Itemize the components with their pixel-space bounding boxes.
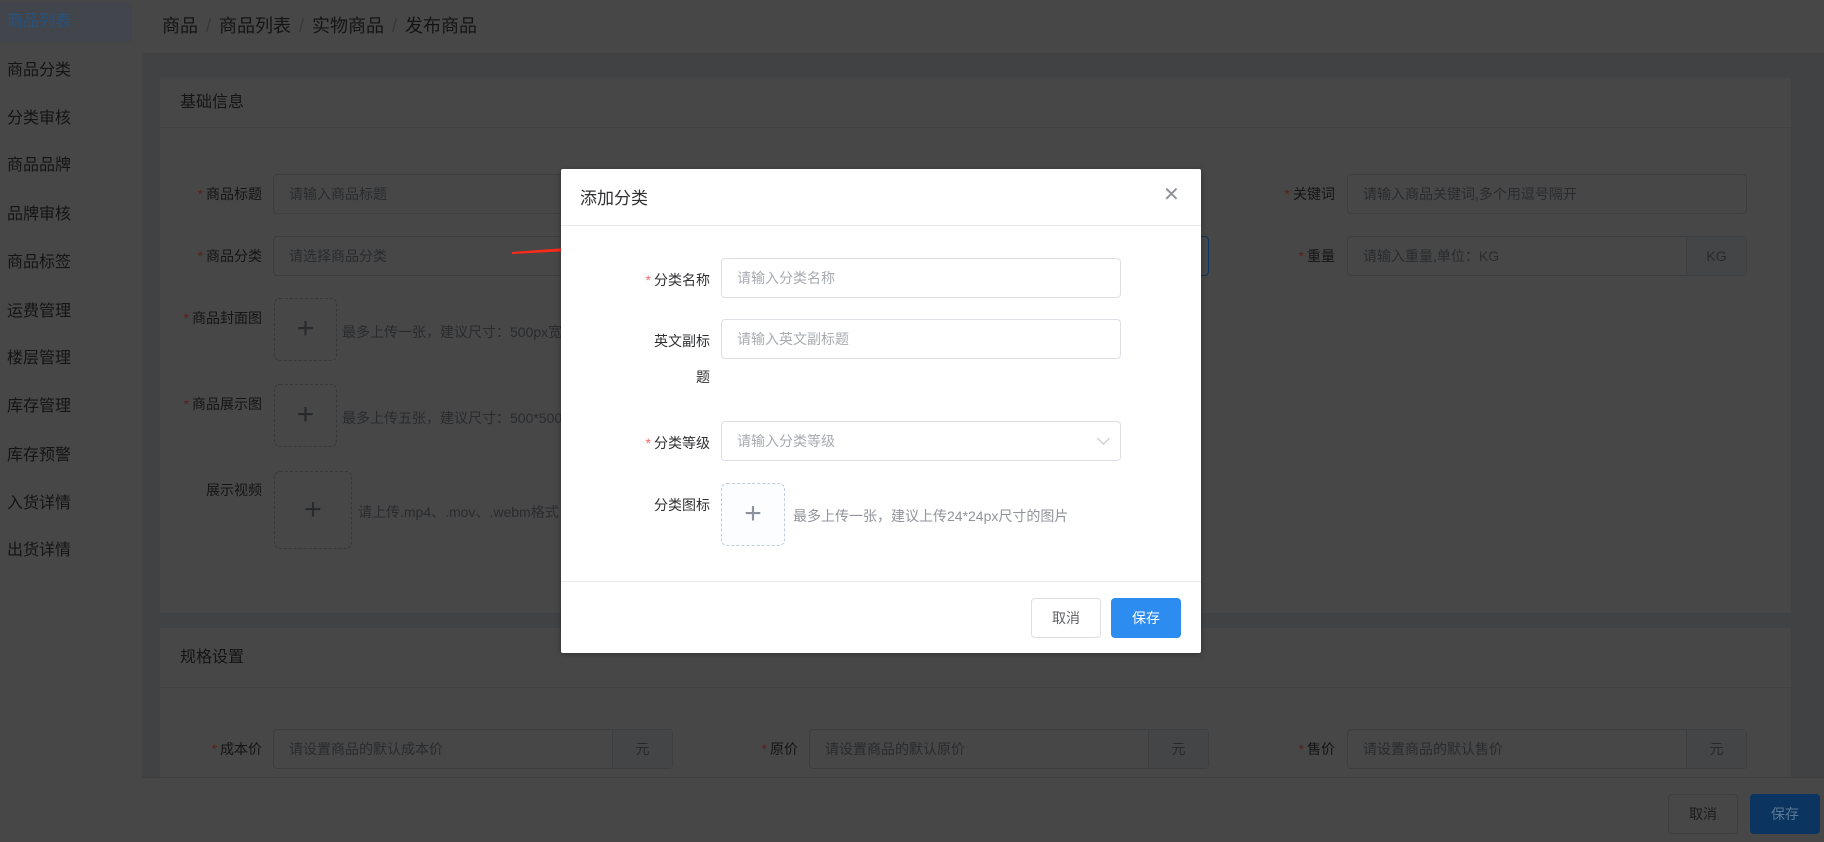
- sidebar-item-category-review[interactable]: 分类审核: [0, 99, 132, 139]
- dialog-save-button[interactable]: 保存: [1111, 598, 1181, 638]
- category-level-select[interactable]: 请输入分类等级: [721, 421, 1121, 461]
- sidebar-item-inbound[interactable]: 入货详情: [0, 484, 132, 524]
- video-upload[interactable]: +: [274, 471, 352, 549]
- category-icon-upload[interactable]: +: [721, 483, 785, 546]
- category-icon-hint: 最多上传一张，建议上传24*24px尺寸的图片: [793, 508, 1069, 524]
- breadcrumb-item[interactable]: 实物商品: [312, 16, 384, 36]
- weight-suffix: KG: [1686, 237, 1746, 275]
- keywords-input[interactable]: 请输入商品关键词,多个用逗号隔开: [1347, 174, 1747, 214]
- sidebar-item-floor[interactable]: 楼层管理: [0, 339, 132, 379]
- close-icon[interactable]: ✕: [1163, 185, 1180, 205]
- product-title-label: * 商品标题: [197, 186, 262, 202]
- page-footer: 取消 保存: [142, 777, 1824, 842]
- category-name-label: * 分类名称: [645, 272, 710, 288]
- card-title: 基础信息: [160, 78, 1791, 128]
- plus-icon: +: [304, 493, 322, 526]
- sidebar-item-inventory[interactable]: 库存管理: [0, 387, 132, 427]
- sidebar-item-brand-review[interactable]: 品牌审核: [0, 195, 132, 235]
- gallery-hint: 最多上传五张，建议尺寸：500*500: [342, 410, 563, 426]
- dialog-cancel-button[interactable]: 取消: [1031, 598, 1101, 638]
- sidebar-item-brand[interactable]: 商品品牌: [0, 146, 132, 186]
- category-name-input[interactable]: 请输入分类名称: [721, 258, 1121, 298]
- gallery-upload[interactable]: +: [274, 384, 337, 447]
- category-level-label: * 分类等级: [645, 435, 710, 451]
- cover-upload[interactable]: +: [274, 298, 337, 361]
- breadcrumb-item[interactable]: 商品列表: [219, 16, 291, 36]
- sale-label: * 售价: [1298, 741, 1335, 757]
- sidebar-item-shipping[interactable]: 运费管理: [0, 292, 132, 332]
- original-input[interactable]: 请设置商品的默认原价元: [809, 729, 1209, 769]
- breadcrumb: 商品 / 商品列表 / 实物商品 / 发布商品: [142, 0, 1824, 54]
- keywords-label: * 关键词: [1284, 186, 1335, 202]
- breadcrumb-separator: /: [299, 16, 305, 36]
- category-label: * 商品分类: [197, 248, 262, 264]
- gallery-label: * 商品展示图: [183, 396, 262, 412]
- breadcrumb-separator: /: [392, 16, 398, 36]
- category-icon-label: 分类图标: [654, 497, 710, 513]
- page-save-button[interactable]: 保存: [1750, 794, 1820, 834]
- dialog-title: 添加分类: [561, 169, 1201, 226]
- cover-label: * 商品封面图: [183, 310, 262, 326]
- sale-input[interactable]: 请设置商品的默认售价元: [1347, 729, 1747, 769]
- sidebar-item-tags[interactable]: 商品标签: [0, 243, 132, 283]
- sidebar-item-category[interactable]: 商品分类: [0, 51, 132, 91]
- breadcrumb-item: 发布商品: [405, 16, 478, 36]
- original-label: * 原价: [761, 741, 798, 757]
- cost-label: * 成本价: [211, 741, 262, 757]
- english-subtitle-label: 英文副标题: [654, 333, 710, 385]
- plus-icon: +: [296, 312, 315, 345]
- cost-suffix: 元: [612, 730, 672, 768]
- sidebar: 商品列表 商品分类 分类审核 商品品牌 品牌审核 商品标签 运费管理 楼层管理 …: [0, 0, 142, 842]
- cover-hint: 最多上传一张，建议尺寸：500px宽: [342, 324, 563, 340]
- video-hint: 请上传.mp4、.mov、.webm格式: [358, 504, 559, 520]
- breadcrumb-separator: /: [206, 16, 212, 36]
- original-suffix: 元: [1148, 730, 1208, 768]
- chevron-down-icon: [1097, 432, 1110, 445]
- cost-input[interactable]: 请设置商品的默认成本价元: [273, 729, 673, 769]
- add-category-dialog: 添加分类 ✕ * 分类名称 请输入分类名称 英文副标题 请输入英文副标题 * 分类等…: [561, 169, 1201, 653]
- plus-icon: +: [744, 497, 762, 530]
- dialog-footer-divider: [561, 581, 1201, 582]
- sidebar-item-outbound[interactable]: 出货详情: [0, 531, 132, 571]
- video-label: 展示视频: [206, 482, 262, 498]
- sidebar-item-stock-alert[interactable]: 库存预警: [0, 436, 132, 476]
- plus-icon: +: [296, 398, 315, 431]
- page-cancel-button[interactable]: 取消: [1668, 794, 1738, 834]
- sale-suffix: 元: [1686, 730, 1746, 768]
- sidebar-item-product-list[interactable]: 商品列表: [0, 2, 132, 42]
- weight-input[interactable]: 请输入重量,单位：KG KG: [1347, 236, 1747, 276]
- weight-label: * 重量: [1298, 248, 1335, 264]
- english-subtitle-input[interactable]: 请输入英文副标题: [721, 319, 1121, 359]
- breadcrumb-item[interactable]: 商品: [162, 16, 198, 36]
